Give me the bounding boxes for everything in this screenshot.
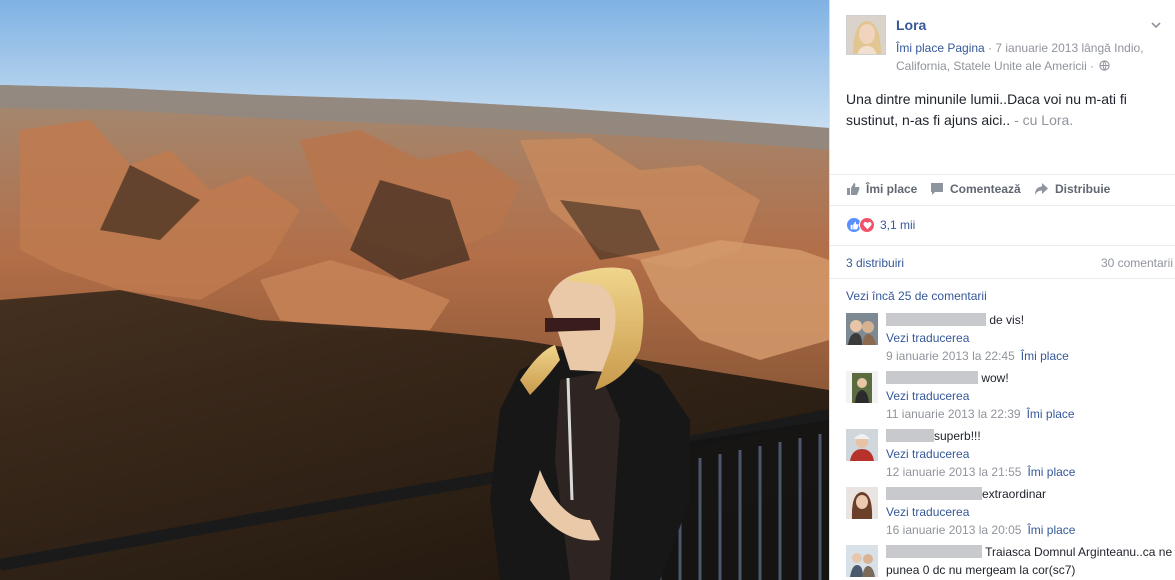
- see-translation-link[interactable]: Vezi traducerea: [886, 329, 1175, 347]
- comment-text: extraordinar: [982, 487, 1047, 501]
- comment-label: Comentează: [950, 182, 1021, 196]
- redacted-commenter-name[interactable]: [886, 313, 986, 326]
- like-button[interactable]: Îmi place: [846, 182, 917, 196]
- reactions-summary[interactable]: 3,1 mii: [846, 217, 915, 233]
- comment-like-link[interactable]: Îmi place: [1027, 523, 1075, 537]
- redacted-commenter-name[interactable]: [886, 545, 982, 558]
- action-bar: Îmi place Comentează Distribuie: [830, 174, 1175, 206]
- commenter-avatar[interactable]: [846, 371, 878, 403]
- post-photo[interactable]: [0, 0, 829, 580]
- like-label: Îmi place: [866, 182, 918, 196]
- comment-like-link[interactable]: Îmi place: [1027, 465, 1075, 479]
- globe-icon: [1099, 60, 1111, 71]
- comment-like-link[interactable]: Îmi place: [1027, 407, 1075, 421]
- caption-text: Una dintre minunile lumii..Daca voi nu m…: [846, 91, 1127, 128]
- author-avatar[interactable]: [846, 15, 886, 55]
- thumbs-up-icon: [847, 183, 860, 195]
- tagged-with[interactable]: - cu Lora.: [1014, 112, 1073, 128]
- post-header: Lora Îmi place Pagina · 7 ianuarie 2013 …: [830, 0, 1175, 82]
- comment-button[interactable]: Comentează: [930, 182, 1021, 196]
- comment-item: wow! Vezi traducerea 11 ianuarie 2013 la…: [846, 369, 1175, 427]
- comment-time[interactable]: 9 ianuarie 2013 la 22:45: [886, 349, 1015, 363]
- commenter-avatar[interactable]: [846, 313, 878, 345]
- comment-item: Traiasca Domnul Arginteanu..ca ne punea …: [846, 543, 1175, 580]
- shares-count[interactable]: 3 distribuiri: [846, 256, 904, 270]
- comment-like-link[interactable]: Îmi place: [1021, 349, 1069, 363]
- share-label: Distribuie: [1055, 182, 1111, 196]
- comment-text: wow!: [981, 371, 1009, 385]
- grand-canyon-photo: [0, 0, 829, 580]
- share-button[interactable]: Distribuie: [1034, 182, 1110, 196]
- commenter-avatar[interactable]: [846, 487, 878, 519]
- see-translation-link[interactable]: Vezi traducerea: [886, 445, 1175, 463]
- comment-text: superb!!!: [934, 429, 981, 443]
- chevron-down-icon[interactable]: [1149, 18, 1163, 32]
- comment-item: extraordinar Vezi traducerea 16 ianuarie…: [846, 485, 1175, 543]
- redacted-commenter-name[interactable]: [886, 429, 934, 442]
- view-more-comments-link[interactable]: Vezi încă 25 de comentarii: [846, 289, 987, 303]
- like-page-link[interactable]: Îmi place Pagina: [896, 41, 985, 55]
- comment-item: de vis! Vezi traducerea 9 ianuarie 2013 …: [846, 311, 1175, 369]
- comments-count[interactable]: 30 comentarii: [1101, 256, 1173, 270]
- redacted-commenter-name[interactable]: [886, 371, 978, 384]
- comment-bubble-icon: [931, 183, 943, 195]
- post-meta: Îmi place Pagina · 7 ianuarie 2013 lângă…: [896, 39, 1160, 75]
- commenter-avatar[interactable]: [846, 545, 878, 577]
- author-name[interactable]: Lora: [896, 17, 926, 33]
- commenter-avatar[interactable]: [846, 429, 878, 461]
- comment-text: de vis!: [989, 313, 1025, 327]
- reactions-count[interactable]: 3,1 mii: [880, 218, 915, 232]
- see-translation-link[interactable]: Vezi traducerea: [886, 387, 1175, 405]
- post-side-panel: Lora Îmi place Pagina · 7 ianuarie 2013 …: [829, 0, 1175, 580]
- comment-time[interactable]: 11 ianuarie 2013 la 22:39: [886, 407, 1021, 421]
- post-caption: Una dintre minunile lumii..Daca voi nu m…: [846, 89, 1166, 131]
- redacted-commenter-name[interactable]: [886, 487, 982, 500]
- comment-time[interactable]: 12 ianuarie 2013 la 21:55: [886, 465, 1021, 479]
- comment-time[interactable]: 16 ianuarie 2013 la 20:05: [886, 523, 1021, 537]
- post-counts: 3 distribuiri 30 comentarii: [830, 245, 1175, 279]
- see-translation-link[interactable]: Vezi traducerea: [886, 503, 1175, 521]
- share-arrow-icon: [1035, 183, 1048, 195]
- comment-item: superb!!! Vezi traducerea 12 ianuarie 20…: [846, 427, 1175, 485]
- love-reaction-icon: [859, 217, 875, 233]
